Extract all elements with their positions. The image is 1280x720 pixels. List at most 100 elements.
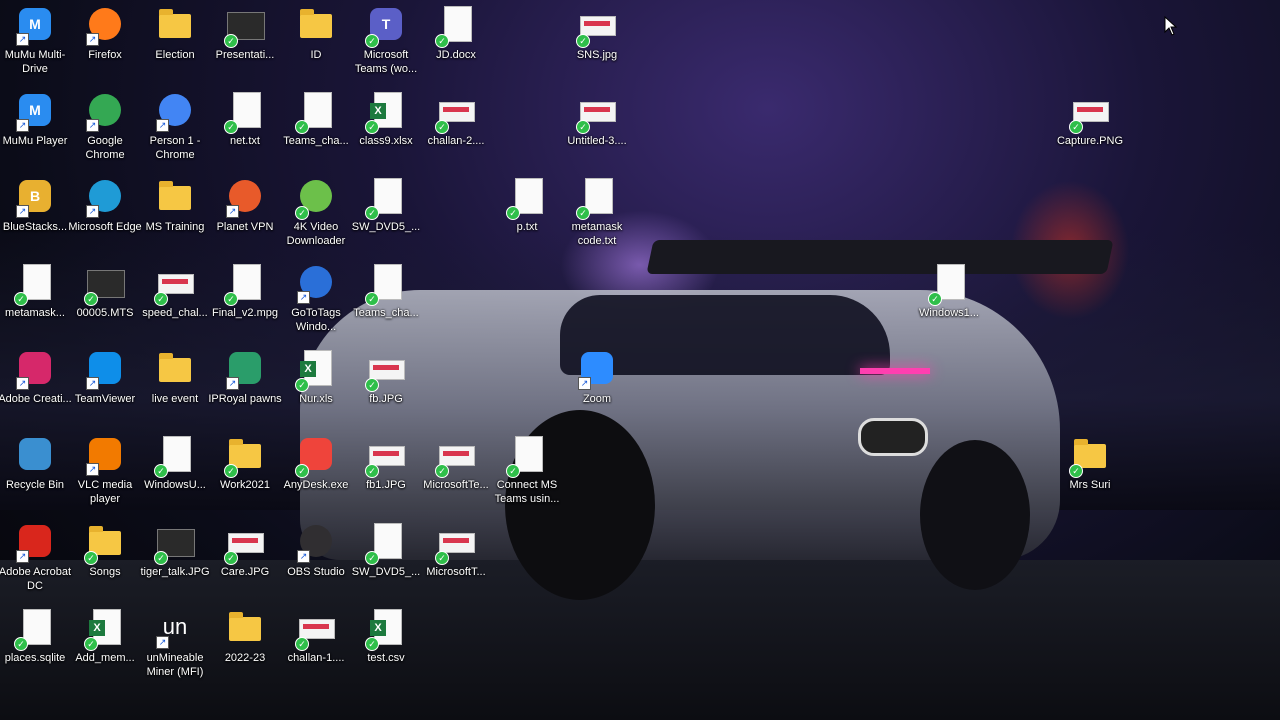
shortcut-arrow-icon: ↗ [16, 550, 29, 563]
desktop-icon[interactable]: ✓ 00005.MTS [70, 260, 140, 344]
desktop-icon[interactable]: ↗ Google Chrome [70, 88, 140, 172]
desktop-icon-label: Windows1... [919, 307, 979, 319]
desktop-icon[interactable]: ↗ Adobe Creati... [0, 346, 72, 430]
desktop-icon[interactable]: M ↗ MuMu Multi-Drive [0, 2, 70, 86]
desktop-icon[interactable]: ✓ challan-1.... [281, 605, 351, 689]
desktop-icon[interactable]: ✓ Teams_cha... [351, 260, 421, 344]
desktop-icon-label: places.sqlite [4, 652, 66, 664]
desktop-icon[interactable]: ✓ Untitled-3.... [562, 88, 632, 172]
desktop-icon[interactable]: ↗ Microsoft Edge [68, 174, 142, 258]
desktop-icon[interactable]: ↗ GoToTags Windo... [281, 260, 351, 344]
desktop-icon[interactable]: ✓ places.sqlite [0, 605, 70, 689]
desktop-icon-label: 00005.MTS [76, 307, 134, 319]
desktop-icon-label: WindowsU... [144, 479, 206, 491]
desktop-icon[interactable]: ✓ fb1.JPG [351, 432, 421, 516]
shortcut-arrow-icon: ↗ [226, 205, 239, 218]
desktop-icon[interactable]: M ↗ MuMu Player [0, 88, 70, 172]
desktop-icon[interactable]: un ↗ unMineable Miner (MFI) [140, 605, 210, 689]
desktop-icon[interactable]: ↗ IPRoyal pawns [208, 346, 282, 430]
desktop-icon[interactable]: X ✓ test.csv [351, 605, 421, 689]
desktop-icon[interactable]: Recycle Bin [0, 432, 70, 516]
desktop-icon-label: ID [310, 49, 322, 61]
desktop-icon[interactable]: ✓ metamask... [0, 260, 70, 344]
desktop-icon[interactable]: ✓ SNS.jpg [562, 2, 632, 86]
desktop-icon[interactable]: ✓ SW_DVD5_... [351, 519, 421, 603]
desktop-icon-label: MuMu Multi-Drive [4, 49, 66, 75]
desktop-icon[interactable]: ↗ Planet VPN [210, 174, 280, 258]
desktop-icon[interactable]: ↗ TeamViewer [70, 346, 140, 430]
desktop-icon[interactable]: ↗ OBS Studio [281, 519, 351, 603]
desktop-icon[interactable]: ✓ Care.JPG [210, 519, 280, 603]
desktop-icon[interactable]: ✓ p.txt [492, 174, 562, 258]
planet-vpn-icon: ↗ [226, 178, 264, 218]
desktop-icon[interactable]: ✓ WindowsU... [140, 432, 210, 516]
desktop-icon[interactable]: 2022-23 [210, 605, 280, 689]
disc-image-icon: ✓ [365, 523, 405, 565]
desktop-icon-label: Presentati... [215, 49, 275, 61]
desktop-icon[interactable]: ID [281, 2, 351, 86]
sync-check-icon: ✓ [1069, 464, 1083, 478]
shortcut-arrow-icon: ↗ [297, 291, 310, 304]
mumu-multidrive-icon: M ↗ [16, 6, 54, 46]
desktop-icon[interactable]: X ✓ class9.xlsx [351, 88, 421, 172]
desktop-icon[interactable]: ↗ Person 1 - Chrome [140, 88, 210, 172]
desktop-icon-label: BlueStacks... [2, 221, 68, 233]
adobe-cc-icon: ↗ [16, 350, 54, 390]
shortcut-arrow-icon: ↗ [226, 377, 239, 390]
desktop-icon-label: p.txt [516, 221, 538, 233]
desktop-icon-label: 2022-23 [224, 652, 266, 664]
sync-check-icon: ✓ [154, 551, 168, 565]
shortcut-arrow-icon: ↗ [156, 119, 169, 132]
desktop-icon[interactable]: ✓ Teams_cha... [281, 88, 351, 172]
desktop-icon[interactable]: live event [140, 346, 210, 430]
car-spoiler [646, 240, 1114, 274]
desktop-icon[interactable]: ✓ net.txt [210, 88, 280, 172]
desktop-icon[interactable]: MS Training [140, 174, 210, 258]
desktop-icon[interactable]: ↗ Adobe Acrobat DC [0, 519, 71, 603]
desktop-icon[interactable]: X ✓ Add_mem... [70, 605, 140, 689]
desktop-icon[interactable]: B ↗ BlueStacks... [0, 174, 70, 258]
desktop-icon-label: OBS Studio [287, 566, 345, 578]
unmineable-icon: un ↗ [156, 609, 194, 649]
desktop-icon[interactable]: ↗ Zoom [562, 346, 632, 430]
desktop-icon[interactable]: ✓ speed_chal... [140, 260, 210, 344]
text-file-icon: ✓ [14, 264, 54, 306]
disc-image-icon: ✓ [928, 264, 968, 306]
sync-check-icon: ✓ [365, 637, 379, 651]
desktop-icon[interactable]: X ✓ Nur.xls [281, 346, 351, 430]
desktop-icon[interactable]: ✓ Capture.PNG [1055, 88, 1125, 172]
shortcut-arrow-icon: ↗ [156, 636, 169, 649]
desktop-icon[interactable]: ✓ SW_DVD5_... [351, 174, 421, 258]
desktop-icon[interactable]: ✓ Presentati... [210, 2, 280, 86]
shortcut-arrow-icon: ↗ [16, 33, 29, 46]
desktop-icon[interactable]: ✓ Windows1... [914, 260, 984, 344]
desktop-icon[interactable]: ↗ VLC media player [70, 432, 140, 516]
desktop-icon[interactable]: ✓ Songs [70, 519, 140, 603]
desktop-icon[interactable]: ✓ fb.JPG [351, 346, 421, 430]
desktop-icon[interactable]: ✓ tiger_talk.JPG [140, 519, 210, 603]
desktop-icon-label: JD.docx [436, 49, 476, 61]
desktop-icon[interactable]: Election [140, 2, 210, 86]
sync-check-icon: ✓ [365, 206, 379, 220]
desktop-icon[interactable]: ✓ JD.docx [421, 2, 491, 86]
desktop-icon[interactable]: T ✓ Microsoft Teams (wo... [351, 2, 421, 86]
desktop-icon[interactable]: ✓ AnyDesk.exe [281, 432, 351, 516]
desktop-icon[interactable]: ↗ Firefox [70, 2, 140, 86]
desktop-icon[interactable]: ✓ 4K Video Downloader [281, 174, 351, 258]
desktop-icon[interactable]: ✓ Mrs Suri [1055, 432, 1125, 516]
sync-check-icon: ✓ [365, 292, 379, 306]
desktop-icon[interactable]: ✓ Final_v2.mpg [210, 260, 280, 344]
desktop-icon[interactable]: ✓ Work2021 [210, 432, 280, 516]
desktop-icon[interactable]: ✓ metamask code.txt [562, 174, 632, 258]
desktop-icon[interactable]: ✓ MicrosoftT... [421, 519, 491, 603]
shortcut-arrow-icon: ↗ [86, 119, 99, 132]
desktop-icon[interactable]: ✓ MicrosoftTe... [421, 432, 491, 516]
desktop-icon[interactable]: ✓ Connect MS Teams usin... [492, 432, 562, 516]
shortcut-arrow-icon: ↗ [16, 119, 29, 132]
sync-check-icon: ✓ [435, 551, 449, 565]
desktop-icon[interactable]: ✓ challan-2.... [421, 88, 491, 172]
image-file-icon: ✓ [224, 523, 264, 565]
iproyal-pawns-icon: ↗ [226, 350, 264, 390]
text-file-icon: ✓ [365, 264, 405, 306]
desktop-icon-label: MicrosoftT... [426, 566, 486, 578]
